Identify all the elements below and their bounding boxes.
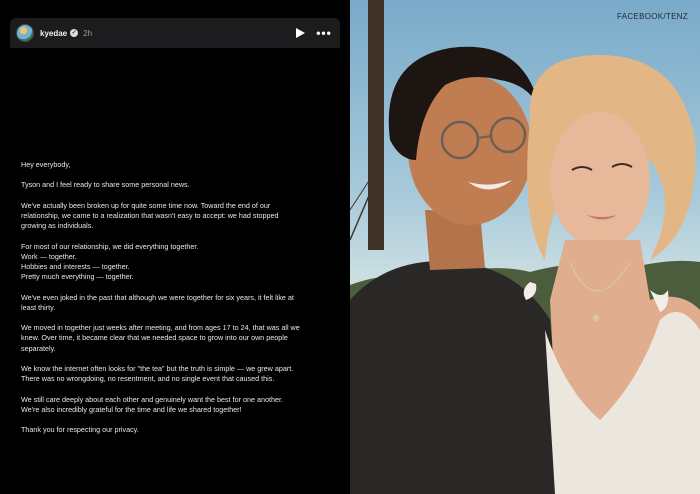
story-paragraph: We moved in together just weeks after me… <box>21 323 341 354</box>
story-line: We know the internet often looks for "th… <box>21 363 294 373</box>
story-line: We're also incredibly grateful for the t… <box>21 404 242 414</box>
story-paragraph: Thank you for respecting our privacy. <box>21 425 341 435</box>
story-line: There was no wrongdoing, no resentment, … <box>21 374 275 384</box>
more-options-button[interactable]: ••• <box>314 25 334 41</box>
story-line: For most of our relationship, we did eve… <box>21 241 199 251</box>
story-line: We've actually been broken up for quite … <box>21 200 271 210</box>
username[interactable]: kyedae <box>40 29 67 38</box>
story-paragraph: We still care deeply about each other an… <box>21 395 341 415</box>
story-paragraph: We've even joked in the past that althou… <box>21 293 341 313</box>
story-line: growing as individuals. <box>21 221 94 231</box>
story-paragraph: For most of our relationship, we did eve… <box>21 242 341 283</box>
story-line: We still care deeply about each other an… <box>21 394 283 404</box>
verified-icon: ✓ <box>70 29 79 37</box>
photo-illustration <box>350 0 700 494</box>
story-paragraph: Hey everybody, <box>21 160 341 170</box>
story-line: We've even joked in the past that althou… <box>21 292 294 302</box>
more-icon: ••• <box>316 26 332 40</box>
story-line: Hey everybody, <box>21 160 71 169</box>
play-button[interactable] <box>292 25 308 41</box>
story-line: separately. <box>21 343 56 353</box>
story-paragraph: We've actually been broken up for quite … <box>21 201 341 232</box>
story-line: Pretty much everything — together. <box>21 272 134 282</box>
photo-credit: FACEBOOK/TENZ <box>616 12 688 21</box>
story-paragraph: We know the internet often looks for "th… <box>21 364 341 384</box>
story-line: least thirty. <box>21 302 56 312</box>
story-line: We moved in together just weeks after me… <box>21 323 300 333</box>
story-line: Tyson and I feel ready to share some per… <box>21 180 190 190</box>
story-text: Hey everybody, Tyson and I feel ready to … <box>21 160 341 446</box>
story-header: kyedae ✓ 2h ••• <box>10 18 340 48</box>
story-line: Work — together. <box>21 251 77 261</box>
story-line: knew. Over time, it became clear that we… <box>21 333 288 343</box>
couple-photo: FACEBOOK/TENZ <box>350 0 700 494</box>
timestamp: 2h <box>83 28 93 38</box>
avatar[interactable] <box>16 24 34 42</box>
play-icon <box>295 28 305 38</box>
story-line: Hobbies and interests — together. <box>21 261 130 271</box>
story-panel: kyedae ✓ 2h ••• Hey everybody, Tyson and … <box>0 0 350 494</box>
story-paragraph: Tyson and I feel ready to share some per… <box>21 180 341 190</box>
story-line: relationship, we came to a realization t… <box>21 210 279 220</box>
story-line: Thank you for respecting our privacy. <box>21 425 139 435</box>
